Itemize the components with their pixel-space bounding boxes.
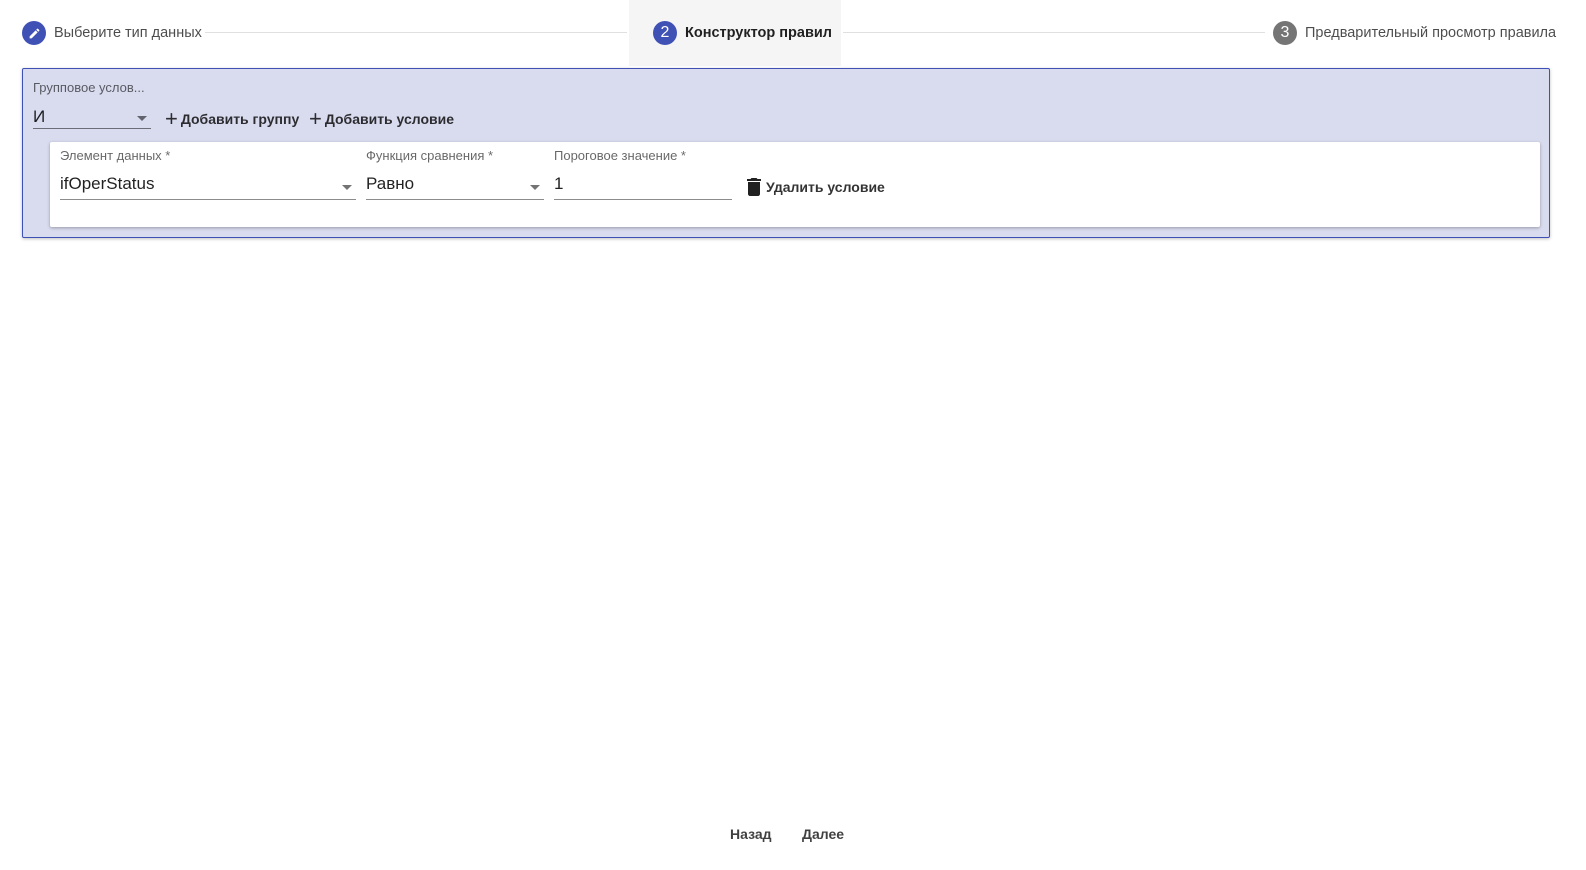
group-operator-value: И [33, 107, 46, 126]
step-connector [843, 32, 1265, 33]
delete-condition-label: Удалить условие [766, 179, 885, 195]
next-button[interactable]: Далее [802, 826, 844, 848]
step-connector [205, 32, 627, 33]
compare-function-value: Равно [366, 174, 415, 193]
step-label: Конструктор правил [685, 25, 832, 41]
back-button[interactable]: Назад [730, 826, 772, 848]
data-element-select[interactable]: ifOperStatus [60, 174, 356, 200]
dropdown-arrow-icon [342, 185, 352, 190]
compare-function-field: Функция сравнения * Равно [366, 148, 544, 200]
step-rule-preview[interactable]: 3 Предварительный просмотр правила [1273, 0, 1556, 66]
stepper: Выберите тип данных 2 Конструктор правил… [0, 0, 1586, 66]
trash-icon [747, 178, 761, 196]
add-condition-button[interactable]: + Добавить условие [309, 105, 454, 133]
add-condition-label: Добавить условие [324, 111, 455, 127]
plus-icon: + [309, 106, 322, 131]
add-group-label: Добавить группу [180, 111, 300, 127]
step-number-badge: 3 [1273, 21, 1297, 45]
data-element-label: Элемент данных * [60, 148, 171, 163]
data-element-value: ifOperStatus [60, 174, 155, 193]
data-element-field: Элемент данных * ifOperStatus [60, 148, 356, 200]
compare-function-select[interactable]: Равно [366, 174, 544, 200]
delete-condition-button[interactable]: Удалить условие [746, 175, 885, 199]
group-condition-label: Групповое услов... [33, 80, 145, 95]
threshold-label: Пороговое значение * [554, 148, 686, 163]
dropdown-arrow-icon [137, 116, 147, 121]
step-label: Предварительный просмотр правила [1305, 25, 1557, 41]
threshold-value: 1 [554, 174, 564, 193]
group-condition-panel: Групповое услов... И + Добавить группу +… [22, 68, 1550, 238]
compare-function-label: Функция сравнения * [366, 148, 494, 163]
pencil-icon [22, 21, 46, 45]
threshold-input[interactable]: 1 [554, 174, 732, 200]
dropdown-arrow-icon [530, 185, 540, 190]
step-label: Выберите тип данных [54, 25, 202, 41]
step-number-badge: 2 [653, 21, 677, 45]
plus-icon: + [165, 106, 178, 131]
add-group-button[interactable]: + Добавить группу [165, 105, 299, 133]
threshold-field: Пороговое значение * 1 [554, 148, 732, 200]
condition-row: Элемент данных * ifOperStatus Функция ср… [50, 142, 1540, 227]
group-operator-select[interactable]: И [33, 107, 151, 129]
step-rule-builder[interactable]: 2 Конструктор правил [629, 0, 841, 66]
step-select-data-type[interactable]: Выберите тип данных [22, 0, 202, 66]
